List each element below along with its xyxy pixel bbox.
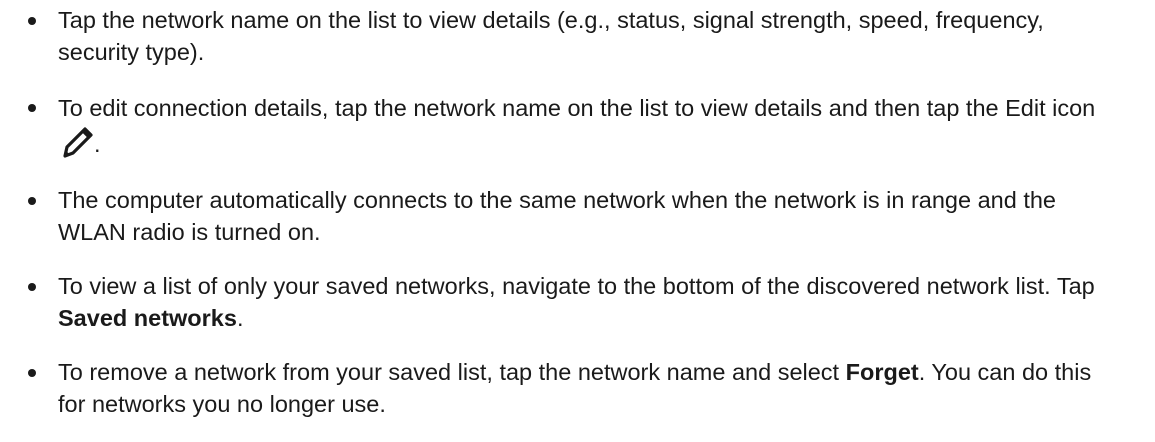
forget-label: Forget: [845, 359, 919, 385]
list-item: To edit connection details, tap the netw…: [0, 90, 1155, 162]
list-item: The computer automatically connects to t…: [0, 184, 1155, 248]
bullet-text-end: .: [236, 305, 244, 331]
edit-pencil-icon: [60, 126, 94, 158]
bullet-text-end: .: [94, 131, 101, 157]
bullet-dot: [28, 369, 36, 377]
bullet-list: Tap the network name on the list to view…: [0, 4, 1155, 442]
bullet-dot: [28, 17, 36, 25]
bullet-dot: [28, 283, 36, 291]
bullet-text: To view a list of only your saved networ…: [58, 273, 1095, 299]
saved-networks-label: Saved networks: [58, 305, 237, 331]
bullet-text: To edit connection details, tap the netw…: [58, 95, 1096, 121]
bullet-text: To remove a network from your saved list…: [58, 359, 840, 385]
list-item: To view a list of only your saved networ…: [0, 270, 1155, 334]
bullet-dot: [28, 197, 36, 205]
bullet-dot: [28, 104, 36, 112]
list-item: To remove a network from your saved list…: [0, 356, 1155, 420]
bullet-text: Tap the network name on the list to view…: [58, 7, 1044, 65]
bullet-text: The computer automatically connects to t…: [58, 187, 1056, 245]
list-item: Tap the network name on the list to view…: [0, 4, 1155, 68]
document-page: Tap the network name on the list to view…: [0, 0, 1155, 436]
